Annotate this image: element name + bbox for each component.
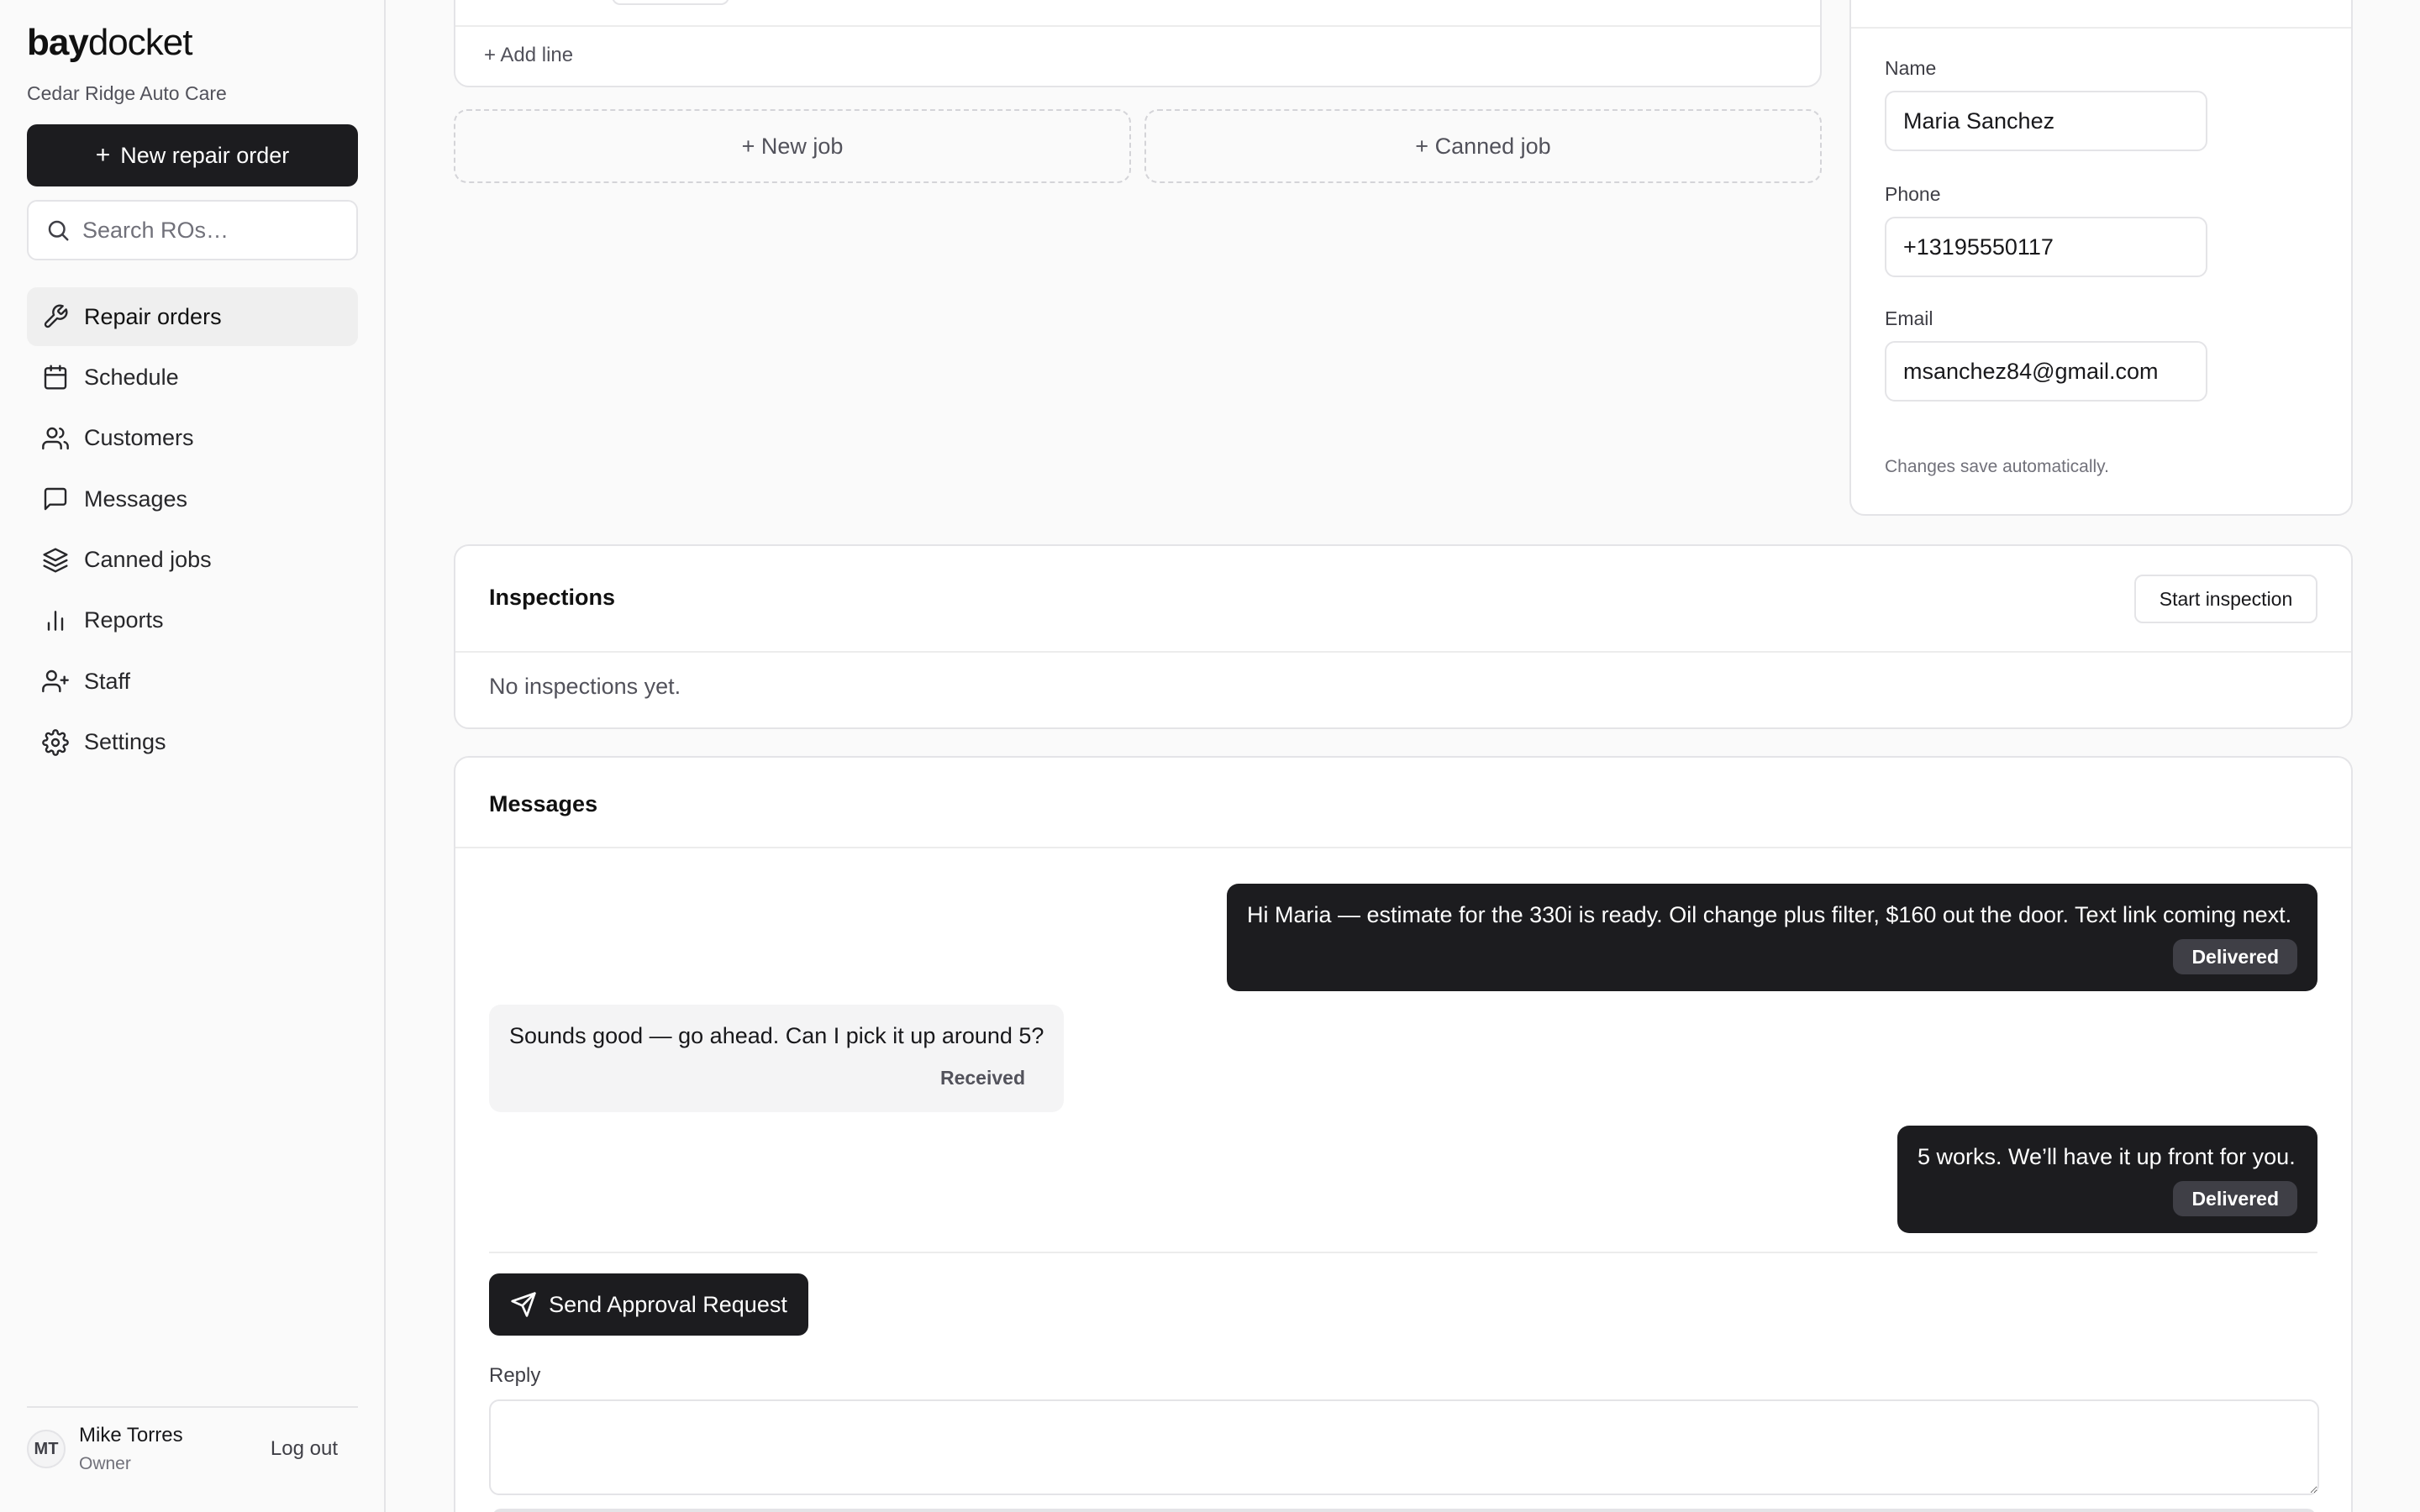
search-icon [48,220,69,241]
inspections-title: Inspections [489,585,616,610]
sidebar-item-label: Reports [84,607,164,633]
send-approval-request-button[interactable]: Send Approval Request [489,1273,808,1336]
sidebar-item-label: Staff [84,668,131,694]
sidebar-item-label: Customers [84,425,194,451]
bar-chart-icon [47,611,64,631]
phone-label: Phone [1885,183,1941,205]
customer-card: Name Phone Email Changes save automatica… [1849,0,2353,516]
start-inspection-button[interactable]: Start inspection [2134,575,2317,623]
message-square-icon [44,487,67,511]
reply-textarea[interactable] [489,1399,2319,1495]
search-box[interactable] [27,200,358,260]
message-status-badge: Delivered [2173,1181,2297,1216]
sidebar-item-repair-orders[interactable]: Repair orders [27,287,358,346]
customer-phone-field[interactable] [1885,217,2207,277]
line-control-stub[interactable] [612,0,729,5]
avatar: MT [27,1430,66,1468]
sidebar-item-reports[interactable]: Reports [27,591,358,650]
sidebar-item-label: Messages [84,486,188,512]
sidebar-item-schedule[interactable]: Schedule [27,348,358,407]
layers-icon [43,548,68,573]
new-repair-order-label: New repair order [120,142,290,168]
message-text: Hi Maria — estimate for the 330i is read… [1247,902,2292,927]
user-role: Owner [79,1454,131,1473]
wrench-icon [44,304,68,328]
sidebar-nav: Repair orders Schedule Customers Message… [27,287,358,774]
customer-name-field[interactable] [1885,91,2207,151]
name-label: Name [1885,57,1937,79]
send-icon [511,1292,536,1317]
inspections-card: Inspections Start inspection No inspecti… [454,544,2353,729]
messages-card: Messages Hi Maria — estimate for the 330… [454,756,2353,1512]
users-icon [42,427,69,449]
divider [455,25,1820,27]
email-label: Email [1885,307,1933,329]
send-approval-request-label: Send Approval Request [549,1291,787,1317]
user-plus-icon [42,670,69,693]
user-name: Mike Torres [79,1424,183,1446]
current-user: MT Mike Torres Owner Log out [27,1406,358,1490]
divider [455,651,2351,653]
calendar-icon [44,365,67,390]
brand-logo[interactable]: baydocket [27,22,192,64]
search-input[interactable] [82,217,351,244]
add-line-button[interactable]: + Add line [484,44,573,67]
plus-icon: + [95,141,111,169]
sidebar: baydocket Cedar Ridge Auto Care + New re… [0,0,386,1512]
new-job-button[interactable]: + New job [454,109,1131,183]
gear-icon [42,728,69,756]
sidebar-item-customers[interactable]: Customers [27,409,358,468]
sidebar-item-label: Canned jobs [84,547,212,573]
new-repair-order-button[interactable]: + New repair order [27,124,358,186]
sidebar-item-messages[interactable]: Messages [27,470,358,528]
logout-button[interactable]: Log out [271,1437,338,1461]
message-text: Sounds good — go ahead. Can I pick it up… [509,1023,1044,1048]
divider [489,1252,2317,1253]
brand-logo-light: docket [87,22,193,63]
customer-email-field[interactable] [1885,341,2207,402]
autosave-note: Changes save automatically. [1885,457,2109,476]
sidebar-item-settings[interactable]: Settings [27,713,358,772]
job-lines-card: + Add line [454,0,1822,87]
messages-title: Messages [489,791,598,816]
canned-job-button[interactable]: + Canned job [1144,109,1822,183]
brand-logo-bold: bay [27,22,89,63]
reply-send-button-edge[interactable] [492,1509,2316,1512]
sidebar-item-label: Repair orders [84,303,222,329]
sidebar-item-label: Settings [84,729,166,755]
message-bubble-outgoing: Hi Maria — estimate for the 330i is read… [1227,884,2317,991]
divider [455,847,2351,848]
message-bubble-outgoing: 5 works. We’ll have it up front for you.… [1897,1126,2317,1233]
sidebar-item-canned-jobs[interactable]: Canned jobs [27,531,358,590]
divider [1851,27,2351,29]
message-status-badge: Received [939,1066,1025,1089]
shop-name: Cedar Ridge Auto Care [27,82,227,104]
reply-label: Reply [489,1364,541,1387]
sidebar-item-label: Schedule [84,364,179,390]
message-status-badge: Delivered [2173,939,2297,974]
inspections-empty-text: No inspections yet. [489,674,681,699]
user-info: Mike Torres Owner [79,1424,183,1474]
message-bubble-incoming: Sounds good — go ahead. Can I pick it up… [489,1005,1064,1112]
sidebar-item-staff[interactable]: Staff [27,652,358,711]
message-text: 5 works. We’ll have it up front for you. [1918,1144,2296,1169]
